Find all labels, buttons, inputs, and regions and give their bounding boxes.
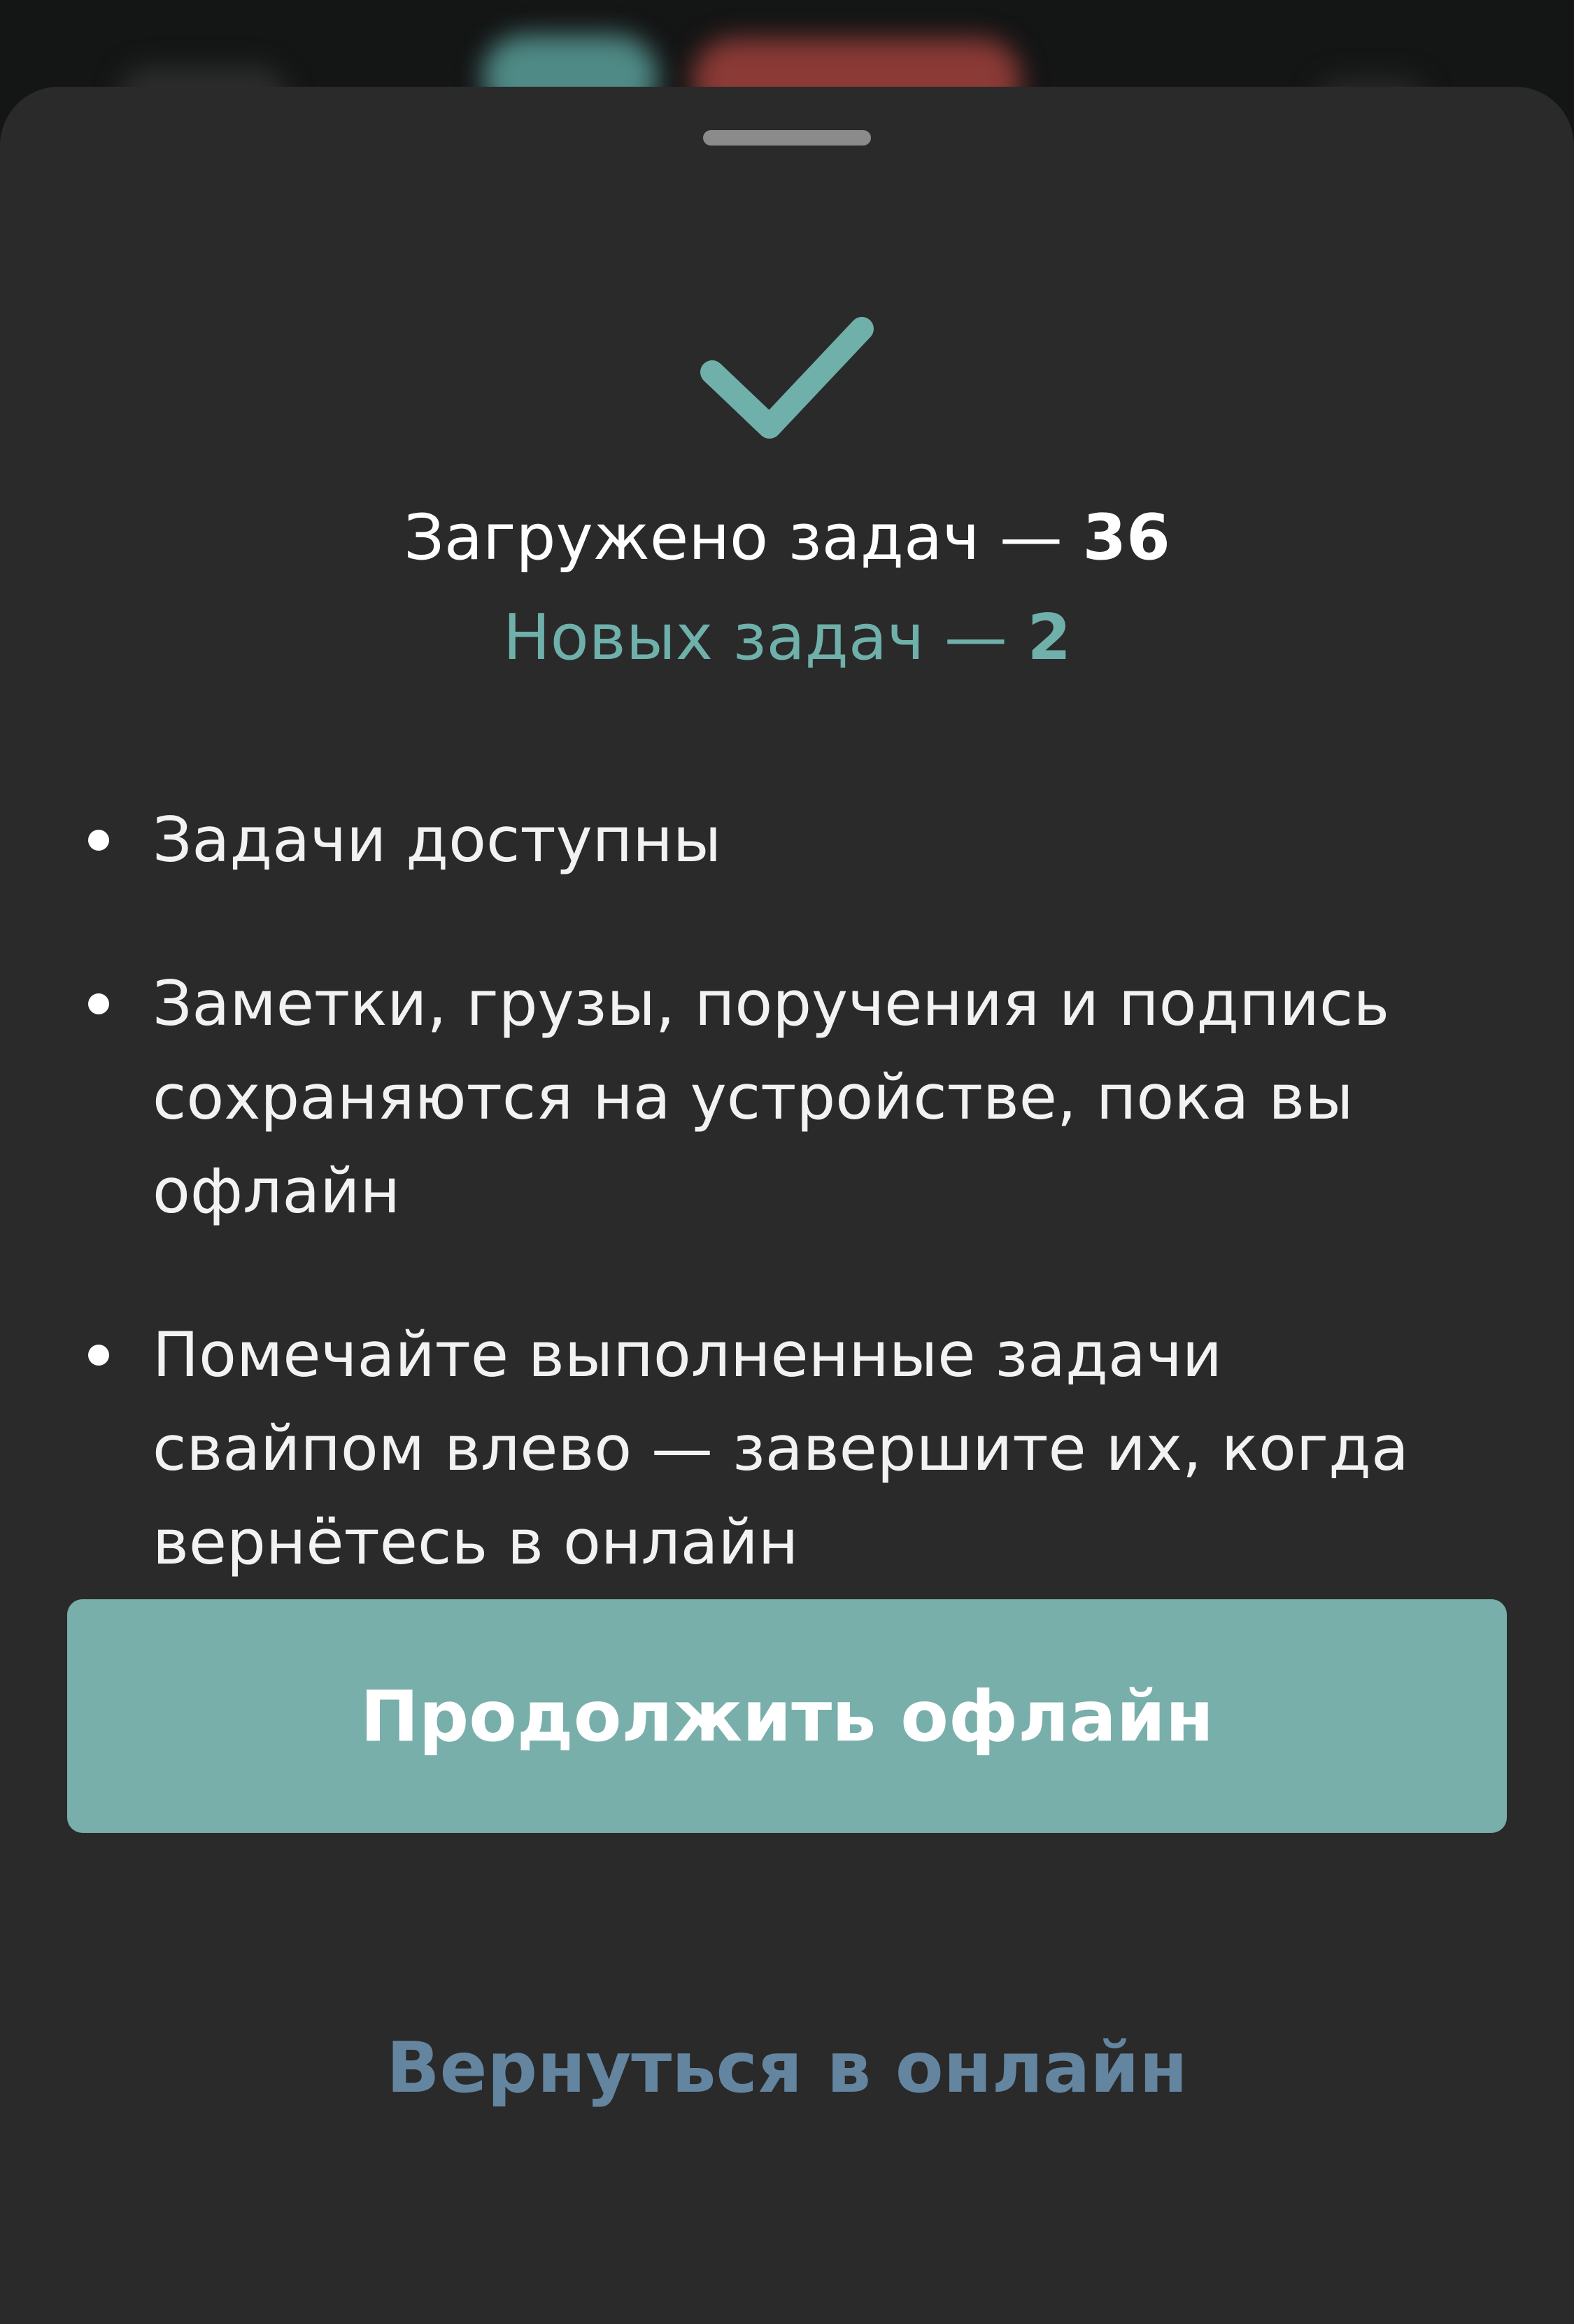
bullet-dot (88, 830, 109, 851)
list-item-text: Заметки, грузы, поручения и подпись сохр… (153, 968, 1390, 1227)
checkmark-icon (700, 317, 874, 439)
offline-bottom-sheet: Загружено задач — 36 Новых задач — 2 Зад… (0, 87, 1574, 2324)
new-tasks-label: Новых задач — (502, 601, 1028, 674)
sheet-drag-handle[interactable] (703, 130, 871, 146)
new-tasks-count: 2 (1027, 601, 1072, 674)
offline-info-list: Задачи доступны Заметки, грузы, поручени… (84, 793, 1448, 1659)
list-item: Заметки, грузы, поручения и подпись сохр… (84, 957, 1448, 1238)
loaded-tasks-count: 36 (1082, 501, 1170, 574)
loaded-tasks-label: Загружено задач — (404, 501, 1083, 574)
continue-offline-button[interactable]: Продолжить офлайн (67, 1599, 1507, 1833)
list-item: Задачи доступны (84, 793, 1448, 887)
loaded-tasks-summary: Загружено задач — 36 (0, 499, 1574, 576)
new-tasks-summary: Новых задач — 2 (0, 600, 1574, 676)
bullet-dot (88, 993, 109, 1014)
list-item-text: Задачи доступны (153, 804, 722, 876)
return-online-button[interactable]: Вернуться в онлайн (0, 2015, 1574, 2120)
list-item-text: Помечайте выполненные задачи свайпом вле… (153, 1319, 1409, 1578)
list-item: Помечайте выполненные задачи свайпом вле… (84, 1308, 1448, 1589)
bullet-dot (88, 1345, 109, 1366)
